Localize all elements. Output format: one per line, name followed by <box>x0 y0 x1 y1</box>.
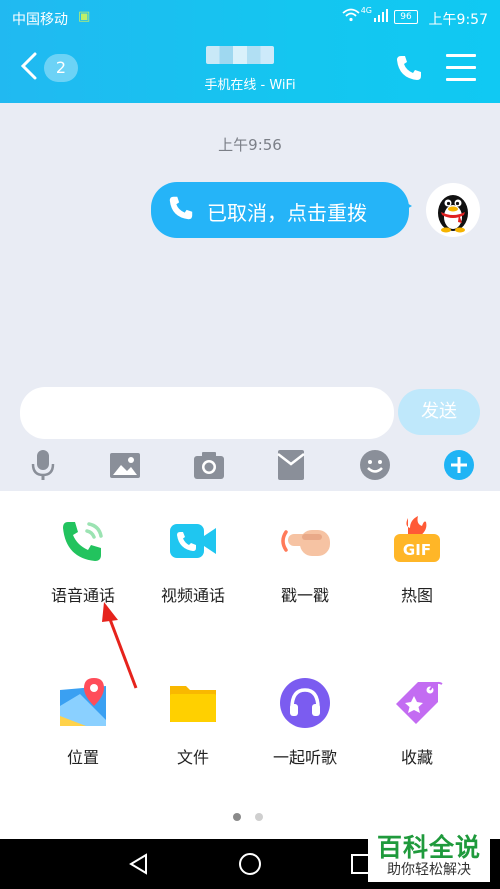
unread-badge: 2 <box>44 54 78 82</box>
signal-icon <box>374 8 388 25</box>
item-label: 收藏 <box>400 748 433 767</box>
headphones-icon <box>278 676 332 730</box>
status-bar: 中国移动 ▣ 4G 96 上午9:57 <box>0 0 500 34</box>
menu-button[interactable] <box>446 54 476 82</box>
item-label: 视频通话 <box>160 586 225 605</box>
item-label: 文件 <box>176 748 209 767</box>
wifi-icon <box>342 8 360 26</box>
hot-gif-item[interactable]: GIF 热图 <box>362 514 472 624</box>
message-text: 已取消，点击重拨 <box>207 201 367 225</box>
svg-text:GIF: GIF <box>403 541 431 559</box>
emoji-icon[interactable] <box>358 448 392 482</box>
phone-icon <box>167 194 197 224</box>
red-packet-icon[interactable] <box>274 448 308 482</box>
camera-icon[interactable] <box>192 448 226 482</box>
file-item[interactable]: 文件 <box>138 676 248 786</box>
phone-call-button[interactable] <box>394 53 426 85</box>
poke-icon <box>278 514 332 568</box>
gif-icon: GIF <box>390 514 444 568</box>
contact-status: 手机在线 - WiFi <box>204 78 296 93</box>
home-circle-icon[interactable] <box>238 852 262 876</box>
image-icon[interactable] <box>108 448 142 482</box>
location-item[interactable]: 位置 <box>28 676 138 786</box>
item-label: 戳一戳 <box>280 586 329 605</box>
watermark: 百科全说 助你轻松解决 <box>368 826 490 882</box>
network-type-label: 4G <box>360 6 372 15</box>
annotation-arrow <box>102 602 138 689</box>
carrier-label: 中国移动 <box>12 12 68 28</box>
poke-item[interactable]: 戳一戳 <box>250 514 360 624</box>
favorites-item[interactable]: 收藏 <box>362 676 472 786</box>
message-timestamp: 上午9:56 <box>218 136 282 154</box>
menu-icon <box>446 54 476 57</box>
message-input[interactable] <box>20 387 394 439</box>
item-label: 位置 <box>66 748 99 767</box>
penguin-avatar-icon <box>438 195 468 233</box>
video-call-item[interactable]: 视频通话 <box>138 514 248 624</box>
video-call-icon <box>166 514 220 568</box>
contact-name-redacted <box>206 46 274 64</box>
listen-together-item[interactable]: 一起听歌 <box>250 676 360 786</box>
item-label: 热图 <box>400 586 433 605</box>
watermark-subtitle: 助你轻松解决 <box>387 862 471 878</box>
sim-icon: ▣ <box>78 9 91 24</box>
battery-indicator: 96 <box>394 10 418 24</box>
mic-icon[interactable] <box>26 448 60 482</box>
favorites-icon <box>390 676 444 730</box>
chevron-left-icon <box>20 46 38 87</box>
send-button[interactable]: 发送 <box>398 389 480 435</box>
folder-icon <box>166 676 220 730</box>
voice-call-icon <box>56 514 110 568</box>
page-dot[interactable] <box>255 813 263 821</box>
item-label: 一起听歌 <box>272 748 337 767</box>
plus-icon[interactable] <box>442 448 476 482</box>
status-time: 上午9:57 <box>428 12 488 28</box>
phone-icon <box>397 56 421 80</box>
bubble-tail <box>398 198 412 214</box>
back-triangle-icon[interactable] <box>128 853 150 875</box>
avatar[interactable] <box>426 183 480 237</box>
back-button[interactable]: 2 <box>20 50 80 86</box>
page-dot-active[interactable] <box>233 813 241 821</box>
call-cancelled-bubble[interactable]: 已取消，点击重拨 <box>151 182 409 238</box>
